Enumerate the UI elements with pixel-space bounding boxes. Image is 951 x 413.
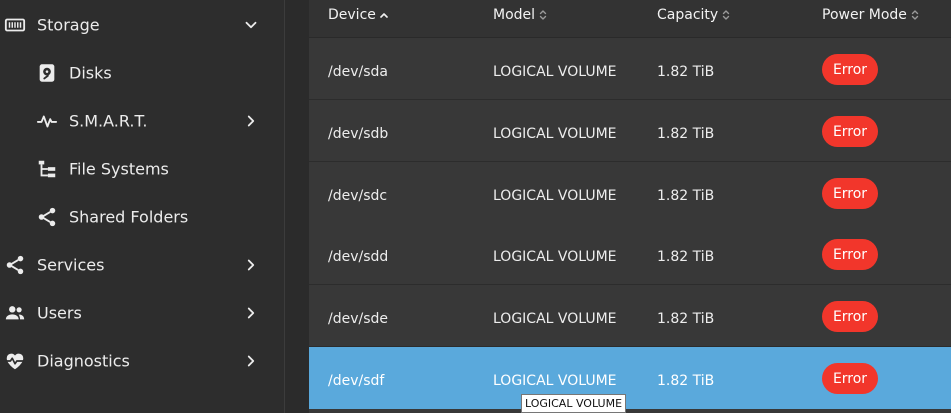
power-mode-error-badge: Error [822,178,878,209]
column-header-label: Capacity [657,7,719,23]
heart-pulse-icon [4,350,26,372]
table-header: Device Model Capacity Power Mode [309,0,951,38]
capacity-cell: 1.82 TiB [657,373,715,389]
main-content: Device Model Capacity Power Mode /dev/sd… [285,0,951,413]
tooltip: LOGICAL VOLUME [521,394,626,413]
sidebar-item-storage[interactable]: Storage [0,1,284,49]
table-row[interactable]: /dev/sdb LOGICAL VOLUME 1.82 TiB Error [309,100,951,162]
sidebar-item-disks[interactable]: Disks [0,49,284,97]
capacity-cell: 1.82 TiB [657,311,715,327]
sidebar-item-label: File Systems [69,159,169,179]
sort-ascending-icon [379,9,389,21]
column-header-device[interactable]: Device [328,0,389,30]
model-cell: LOGICAL VOLUME [493,311,617,327]
sidebar-item-shared-folders[interactable]: Shared Folders [0,193,284,241]
chevron-down-icon [242,16,260,34]
column-header-label: Model [493,7,536,23]
share-icon [36,206,58,228]
share-icon [4,254,26,276]
storage-icon [4,14,26,36]
capacity-cell: 1.82 TiB [657,188,715,204]
column-header-label: Power Mode [822,7,907,23]
column-header-capacity[interactable]: Capacity [657,0,731,30]
column-header-label: Device [328,7,376,23]
pulse-icon [36,110,58,132]
sidebar-item-label: Services [37,255,105,275]
table-row[interactable]: /dev/sdd LOGICAL VOLUME 1.82 TiB Error [309,223,951,285]
sidebar: Storage Disks S.M.A.R.T. File Systems Sh… [0,0,285,413]
power-mode-error-badge: Error [822,301,878,332]
sidebar-item-label: Shared Folders [69,207,189,227]
capacity-cell: 1.82 TiB [657,126,715,142]
sidebar-item-smart[interactable]: S.M.A.R.T. [0,97,284,145]
power-mode-error-badge: Error [822,54,878,85]
table-row[interactable]: /dev/sda LOGICAL VOLUME 1.82 TiB Error [309,38,951,100]
table-row-selected[interactable]: /dev/sdf LOGICAL VOLUME 1.82 TiB Error [309,347,951,409]
device-cell: /dev/sdf [328,373,385,389]
sidebar-item-label: Disks [69,63,112,83]
device-cell: /dev/sdc [328,188,388,204]
sidebar-item-label: Storage [37,15,100,35]
table-row[interactable]: /dev/sde LOGICAL VOLUME 1.82 TiB Error [309,285,951,347]
sort-icon [910,9,920,21]
model-cell: LOGICAL VOLUME [493,126,617,142]
model-cell: LOGICAL VOLUME [493,373,617,389]
chevron-right-icon [242,304,260,322]
sort-icon [721,9,731,21]
users-icon [4,302,26,324]
power-mode-error-badge: Error [822,239,878,270]
device-cell: /dev/sdb [328,126,389,142]
power-mode-error-badge: Error [822,363,878,394]
model-cell: LOGICAL VOLUME [493,249,617,265]
capacity-cell: 1.82 TiB [657,64,715,80]
app-root: Storage Disks S.M.A.R.T. File Systems Sh… [0,0,951,413]
disks-table: Device Model Capacity Power Mode /dev/sd… [309,0,951,413]
column-header-power-mode[interactable]: Power Mode [822,0,920,30]
model-cell: LOGICAL VOLUME [493,64,617,80]
sidebar-item-label: S.M.A.R.T. [69,111,148,131]
chevron-right-icon [242,352,260,370]
table-row[interactable]: /dev/sdc LOGICAL VOLUME 1.82 TiB Error [309,162,951,224]
sidebar-item-label: Users [37,303,82,323]
sidebar-item-label: Diagnostics [37,351,130,371]
sidebar-item-services[interactable]: Services [0,241,284,289]
disk-icon [36,62,58,84]
file-tree-icon [36,158,58,180]
chevron-right-icon [242,112,260,130]
sidebar-item-users[interactable]: Users [0,289,284,337]
column-header-model[interactable]: Model [493,0,548,30]
model-cell: LOGICAL VOLUME [493,188,617,204]
device-cell: /dev/sde [328,311,389,327]
chevron-right-icon [242,256,260,274]
device-cell: /dev/sdd [328,249,389,265]
device-cell: /dev/sda [328,64,388,80]
sidebar-item-diagnostics[interactable]: Diagnostics [0,337,284,385]
power-mode-error-badge: Error [822,116,878,147]
capacity-cell: 1.82 TiB [657,249,715,265]
sidebar-item-file-systems[interactable]: File Systems [0,145,284,193]
sort-icon [538,9,548,21]
